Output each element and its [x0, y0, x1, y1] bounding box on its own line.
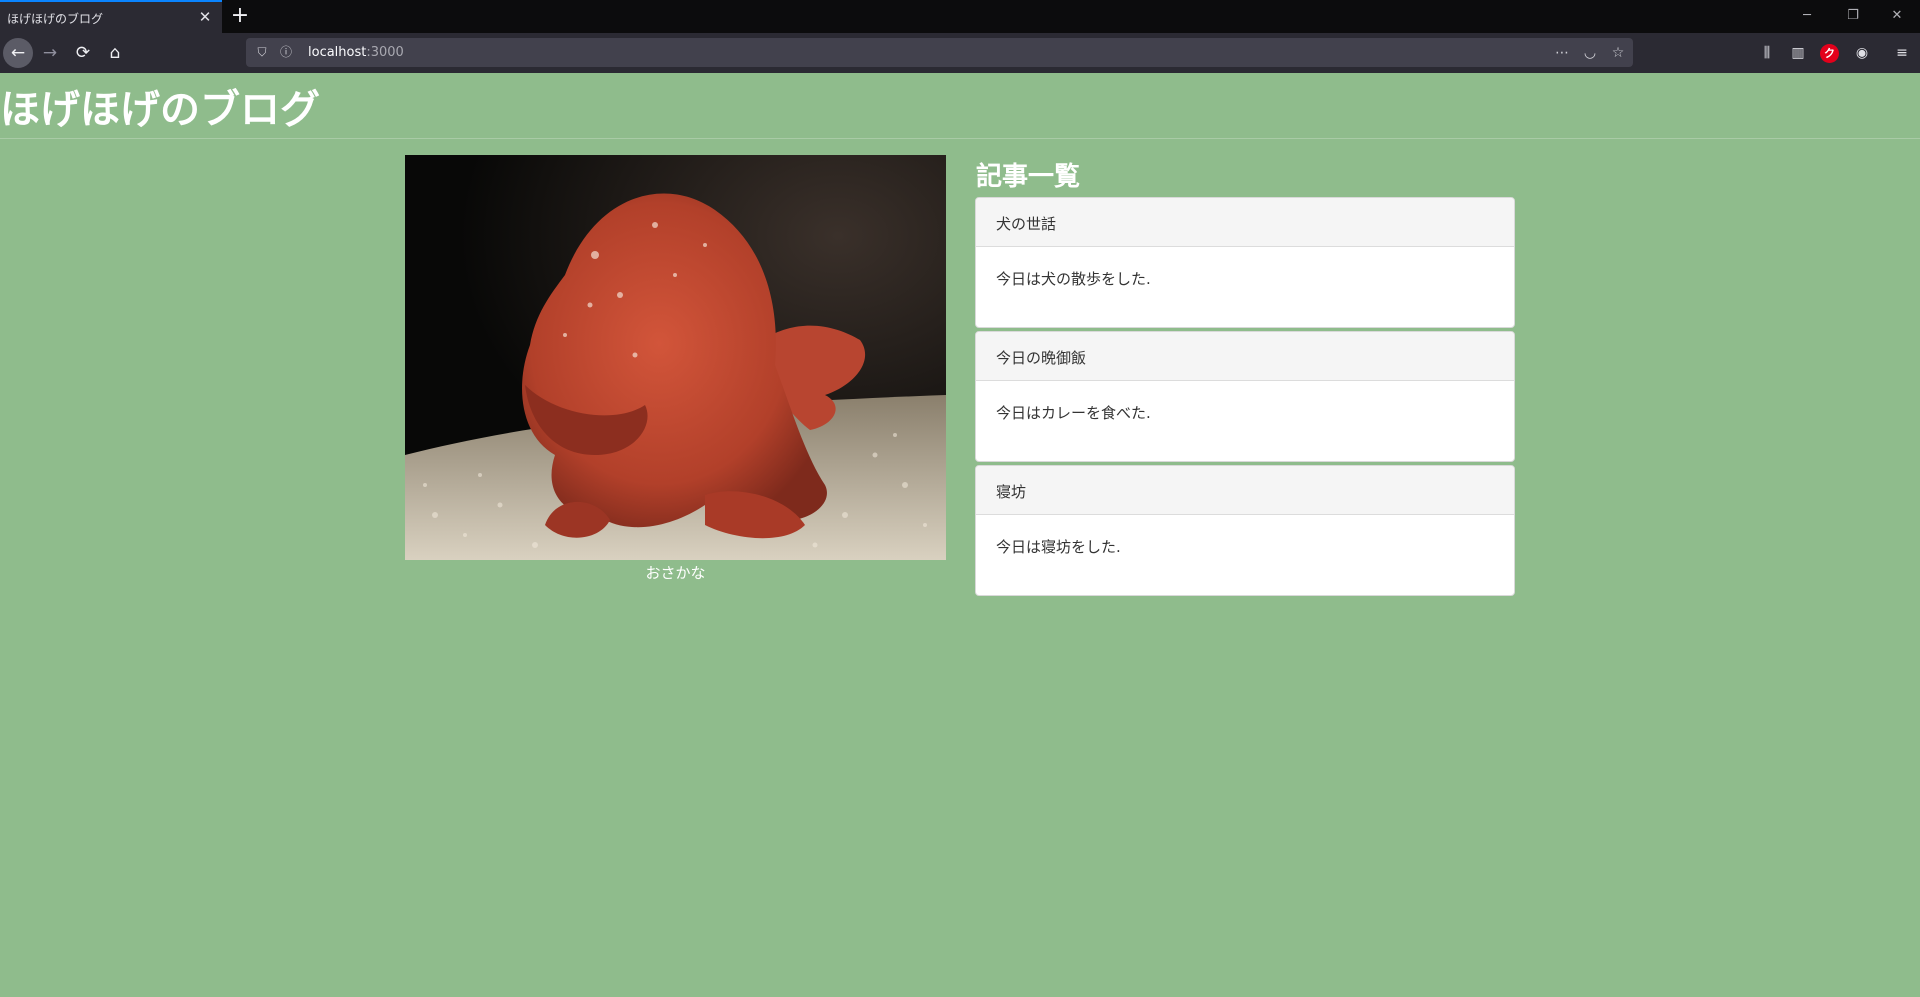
article-card[interactable]: 寝坊 今日は寝坊をした.: [975, 465, 1515, 596]
bookmark-star-icon[interactable]: ☆: [1608, 43, 1628, 63]
reload-icon[interactable]: ⟳: [68, 38, 98, 68]
url-host: localhost: [308, 45, 367, 60]
page-actions-icon[interactable]: ⋯: [1552, 43, 1572, 63]
site-header: ほげほげのブログ: [0, 73, 1920, 139]
article-body: 今日は寝坊をした.: [996, 538, 1121, 556]
photo-caption: おさかな: [645, 564, 706, 582]
site-title: ほげほげのブログ: [0, 87, 320, 133]
url-port: :3000: [366, 45, 404, 60]
fish-photo: [405, 155, 946, 560]
minimize-icon[interactable]: ─: [1784, 0, 1830, 33]
menu-icon[interactable]: ≡: [1891, 42, 1913, 64]
address-bar[interactable]: ⛉ ⓘ localhost:3000 ⋯ ◡ ☆: [246, 38, 1633, 67]
restore-icon[interactable]: ❐: [1830, 0, 1876, 33]
article-title[interactable]: 犬の世話: [976, 198, 1514, 247]
window-close-icon[interactable]: ✕: [1874, 0, 1920, 33]
article-body: 今日は犬の散歩をした.: [996, 270, 1151, 288]
article-body: 今日はカレーを食べた.: [996, 404, 1151, 422]
close-icon[interactable]: ✕: [196, 8, 214, 26]
articles-heading: 記事一覧: [976, 162, 1081, 192]
forward-arrow-icon[interactable]: →: [35, 38, 65, 68]
article-title[interactable]: 今日の晩御飯: [976, 332, 1514, 381]
shield-icon[interactable]: ⛉: [254, 44, 270, 60]
back-arrow-icon[interactable]: ←: [3, 38, 33, 68]
browser-tab[interactable]: ほげほげのブログ ✕: [0, 0, 222, 33]
article-card[interactable]: 今日の晩御飯 今日はカレーを食べた.: [975, 331, 1515, 462]
navigation-toolbar: ← → ⟳ ⌂ ⛉ ⓘ localhost:3000 ⋯ ◡ ☆ ⫼ ▥ ク ◉…: [0, 33, 1920, 73]
library-icon[interactable]: ⫼: [1756, 42, 1778, 64]
pocket-icon[interactable]: ◡: [1580, 43, 1600, 63]
plus-icon[interactable]: +: [228, 4, 252, 28]
info-icon[interactable]: ⓘ: [278, 44, 294, 60]
article-card[interactable]: 犬の世話 今日は犬の散歩をした.: [975, 197, 1515, 328]
tab-bar: ほげほげのブログ ✕ + ─ ❐ ✕: [0, 0, 1920, 33]
tab-title: ほげほげのブログ: [7, 12, 104, 26]
url-text[interactable]: localhost:3000: [308, 45, 404, 60]
home-icon[interactable]: ⌂: [100, 38, 130, 68]
extension-icon[interactable]: ク: [1820, 44, 1839, 63]
account-icon[interactable]: ◉: [1851, 42, 1873, 64]
article-title[interactable]: 寝坊: [976, 466, 1514, 515]
sidebar-icon[interactable]: ▥: [1787, 42, 1809, 64]
